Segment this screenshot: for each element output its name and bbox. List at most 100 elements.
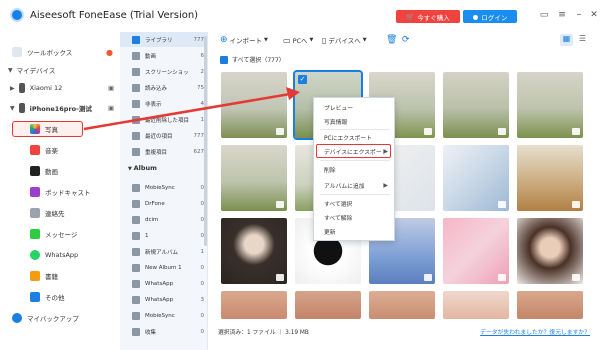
album-item[interactable]: New Album 1 0 (120, 260, 208, 275)
fire-icon: ● (106, 47, 113, 57)
category-library[interactable]: ライブラリ 777 (120, 32, 208, 47)
close-icon[interactable]: ✕ (588, 9, 600, 21)
menu-item-preview[interactable]: プレビュー (314, 100, 396, 114)
collapse-icon: ▶ (10, 84, 15, 92)
photo-thumbnail[interactable] (443, 72, 509, 138)
add-icon: ⊕ (220, 35, 228, 45)
sidebar-toolbox[interactable]: ツールボックス ● (12, 44, 113, 60)
backup-label: マイバックアップ (27, 315, 79, 323)
export-device-button[interactable]: ▯ デバイスへ ▼ (322, 35, 367, 46)
category-scrollbar[interactable] (204, 36, 207, 246)
album-item[interactable]: WhatsApp 0 (120, 276, 208, 291)
list-view-icon[interactable]: ☰ (576, 34, 589, 46)
album-icon (132, 215, 140, 224)
sidebar-item-whatsapp[interactable]: WhatsApp (30, 247, 78, 263)
photo-thumbnail[interactable] (517, 291, 583, 319)
menu-item-photo-info[interactable]: 写真情報 (314, 114, 396, 128)
expand-icon: ▼ (8, 66, 13, 74)
books-label: 書籍 (45, 273, 58, 281)
album-icon (132, 311, 140, 320)
category-item[interactable]: 非表示 4 (120, 96, 208, 111)
sidebar-device-iphone[interactable]: ▼ iPhone16pro-测试 ▣ (10, 100, 114, 116)
menu-icon[interactable]: ≡ (556, 9, 568, 21)
menu-item-select-all[interactable]: すべて選択 (314, 196, 396, 210)
category-label: 最近の項目 (145, 133, 173, 140)
photo-thumbnail[interactable] (517, 72, 583, 138)
album-item[interactable]: 1 0 (120, 228, 208, 243)
album-item[interactable]: DrFone 0 (120, 196, 208, 211)
library-icon (132, 35, 140, 44)
category-item[interactable]: 重複項目 627 (120, 144, 208, 159)
menu-item-export-pc[interactable]: PCにエクスポート (314, 130, 396, 144)
menu-divider (320, 194, 390, 195)
category-item[interactable]: スクリーンショット 2 (120, 64, 208, 79)
file-icon (276, 128, 284, 135)
video-icon (30, 166, 40, 176)
chat-icon[interactable]: ▭ (538, 9, 550, 21)
select-all-checkbox[interactable] (220, 55, 228, 64)
album-icon (132, 199, 140, 208)
menu-item-refresh[interactable]: 更新 (314, 224, 396, 238)
trash-icon[interactable]: 🗑 (386, 35, 397, 45)
sidebar-my-backup[interactable]: マイバックアップ (12, 310, 79, 326)
podcast-icon (30, 187, 40, 197)
photo-thumbnail[interactable] (517, 145, 583, 211)
minimize-icon[interactable]: – (573, 9, 585, 21)
sidebar-item-messages[interactable]: メッセージ (30, 226, 77, 242)
photo-thumbnail[interactable] (443, 145, 509, 211)
album-item[interactable]: MobieSync 0 (120, 180, 208, 195)
menu-item-deselect-all[interactable]: すべて解除 (314, 210, 396, 224)
selection-status: 選択済み：1 ファイル ｜ 3.19 MB (218, 329, 309, 336)
photo-thumbnail[interactable] (443, 291, 509, 319)
album-item[interactable]: dcim 0 (120, 212, 208, 227)
photo-thumbnail[interactable] (221, 72, 287, 138)
album-count: 0 (200, 328, 205, 335)
select-all-label: すべて選択（777） (232, 57, 285, 64)
sidebar-item-photos[interactable]: 写真 (30, 121, 58, 137)
album-header[interactable]: ▼ Album (128, 164, 157, 172)
photo-thumbnail[interactable] (295, 291, 361, 319)
sidebar-item-books[interactable]: 書籍 (30, 268, 58, 284)
grid-view-icon[interactable]: ▦ (560, 34, 573, 46)
photo-thumbnail[interactable] (517, 218, 583, 284)
category-label: 動画 (145, 53, 157, 60)
photo-thumbnail[interactable] (221, 145, 287, 211)
menu-item-add-to-album[interactable]: アルバムに追加 ▶ (314, 178, 396, 192)
category-item[interactable]: 動画 6 (120, 48, 208, 63)
checkmark-icon[interactable]: ✓ (298, 75, 307, 84)
category-item[interactable]: 最近の項目 777 (120, 128, 208, 143)
photo-thumbnail[interactable] (221, 291, 287, 319)
select-all[interactable]: すべて選択（777） (220, 55, 285, 64)
album-label: MobieSync (145, 184, 175, 191)
recover-data-link[interactable]: データが失われましたか？復元しますか？ (480, 327, 590, 336)
sidebar-item-contacts[interactable]: 連絡先 (30, 205, 65, 221)
file-icon (276, 274, 284, 281)
login-button[interactable]: ● ログイン (463, 10, 517, 23)
menu-item-delete[interactable]: 削除 (314, 162, 396, 176)
buy-button[interactable]: 🛒 今すぐ購入 (396, 10, 460, 23)
category-item[interactable]: 最近削除した項目 1 (120, 112, 208, 127)
expand-icon: ▼ (10, 104, 15, 112)
import-button[interactable]: ⊕ インポート ▼ (220, 35, 268, 45)
album-item[interactable]: WhatsApp 3 (120, 292, 208, 307)
sidebar-device-xiaomi[interactable]: ▶ Xiaomi 12 ▣ (10, 80, 114, 96)
sidebar-item-music[interactable]: 音楽 (30, 142, 58, 158)
menu-label: 削除 (324, 167, 336, 174)
photo-thumbnail[interactable] (443, 218, 509, 284)
photo-thumbnail[interactable] (221, 218, 287, 284)
sidebar-item-podcast[interactable]: ポッドキャスト (30, 184, 91, 200)
file-icon (498, 201, 506, 208)
album-item[interactable]: 新規アルバム 1 (120, 244, 208, 259)
album-item[interactable]: MobieSync 0 (120, 308, 208, 323)
category-item[interactable]: 読み込み 75 (120, 80, 208, 95)
sidebar-item-other[interactable]: その他 (30, 289, 65, 305)
menu-label: アルバムに追加 (324, 183, 365, 190)
album-item[interactable]: 收集 0 (120, 324, 208, 339)
device-iphone-label: iPhone16pro-测试 (29, 105, 92, 113)
photo-thumbnail[interactable] (369, 291, 435, 319)
sidebar-item-video[interactable]: 動画 (30, 163, 58, 179)
refresh-icon[interactable]: ⟳ (402, 35, 410, 45)
sidebar-my-devices[interactable]: ▼ マイデバイス (8, 62, 55, 78)
import-label: インポート (229, 37, 263, 45)
export-pc-button[interactable]: ▭ PCへ ▼ (283, 35, 313, 46)
